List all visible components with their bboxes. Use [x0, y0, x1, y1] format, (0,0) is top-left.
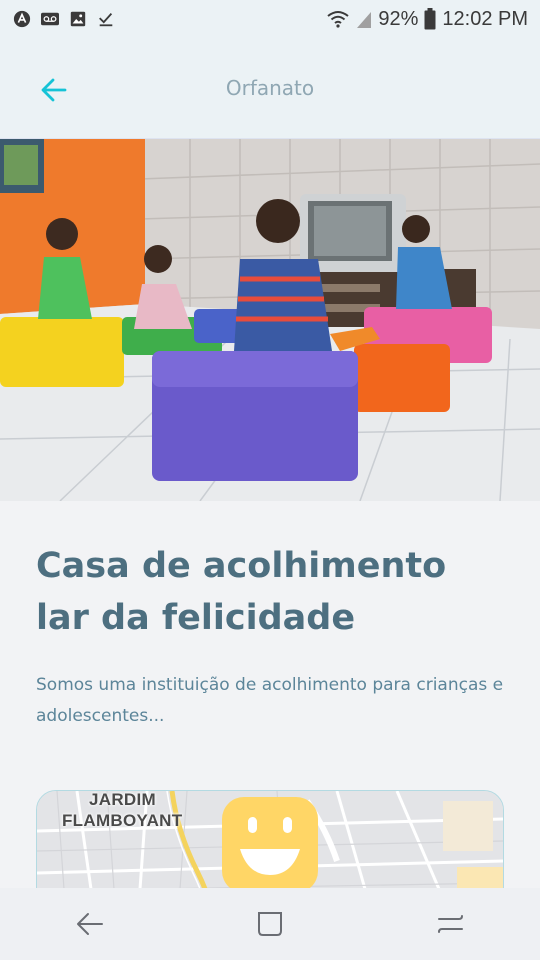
battery-icon [424, 8, 436, 30]
back-button[interactable] [32, 68, 76, 112]
image-icon [70, 11, 86, 27]
smile-icon [240, 817, 300, 875]
children-watching-tv-image [0, 139, 540, 501]
orphanage-about: Somos uma instituição de acolhimento par… [36, 675, 504, 726]
notification-icons [0, 10, 116, 28]
wifi-icon [327, 11, 349, 28]
status-bar: 92% 12:02 PM [0, 0, 540, 38]
nav-home-button[interactable] [240, 894, 300, 954]
app-icon [13, 10, 31, 28]
check-icon [99, 12, 113, 27]
home-nav-icon [258, 912, 282, 936]
map-marker[interactable] [222, 797, 318, 893]
signal-icon [357, 12, 372, 28]
map-label-2: FLAMBOYANT [62, 811, 183, 830]
orphanage-details: Casa de acolhimento lar da felicidade So… [36, 540, 506, 732]
header-title: Orfanato [225, 76, 315, 100]
system-indicators: 92% 12:02 PM [326, 8, 540, 31]
nav-back-button[interactable] [60, 894, 120, 954]
map-label-1: JARDIM [89, 790, 156, 809]
voicemail-icon [41, 12, 59, 26]
system-nav-bar [0, 888, 540, 960]
back-nav-icon [77, 913, 103, 935]
app-header: Orfanato [0, 38, 540, 139]
recents-nav-icon [438, 915, 463, 933]
nav-recents-button[interactable] [420, 894, 480, 954]
battery-percent: 92% [378, 7, 419, 30]
orphanage-photo[interactable] [0, 139, 540, 501]
orphanage-name: Casa de acolhimento lar da felicidade [36, 546, 447, 638]
arrow-left-icon [41, 78, 67, 102]
clock: 12:02 PM [442, 7, 528, 30]
